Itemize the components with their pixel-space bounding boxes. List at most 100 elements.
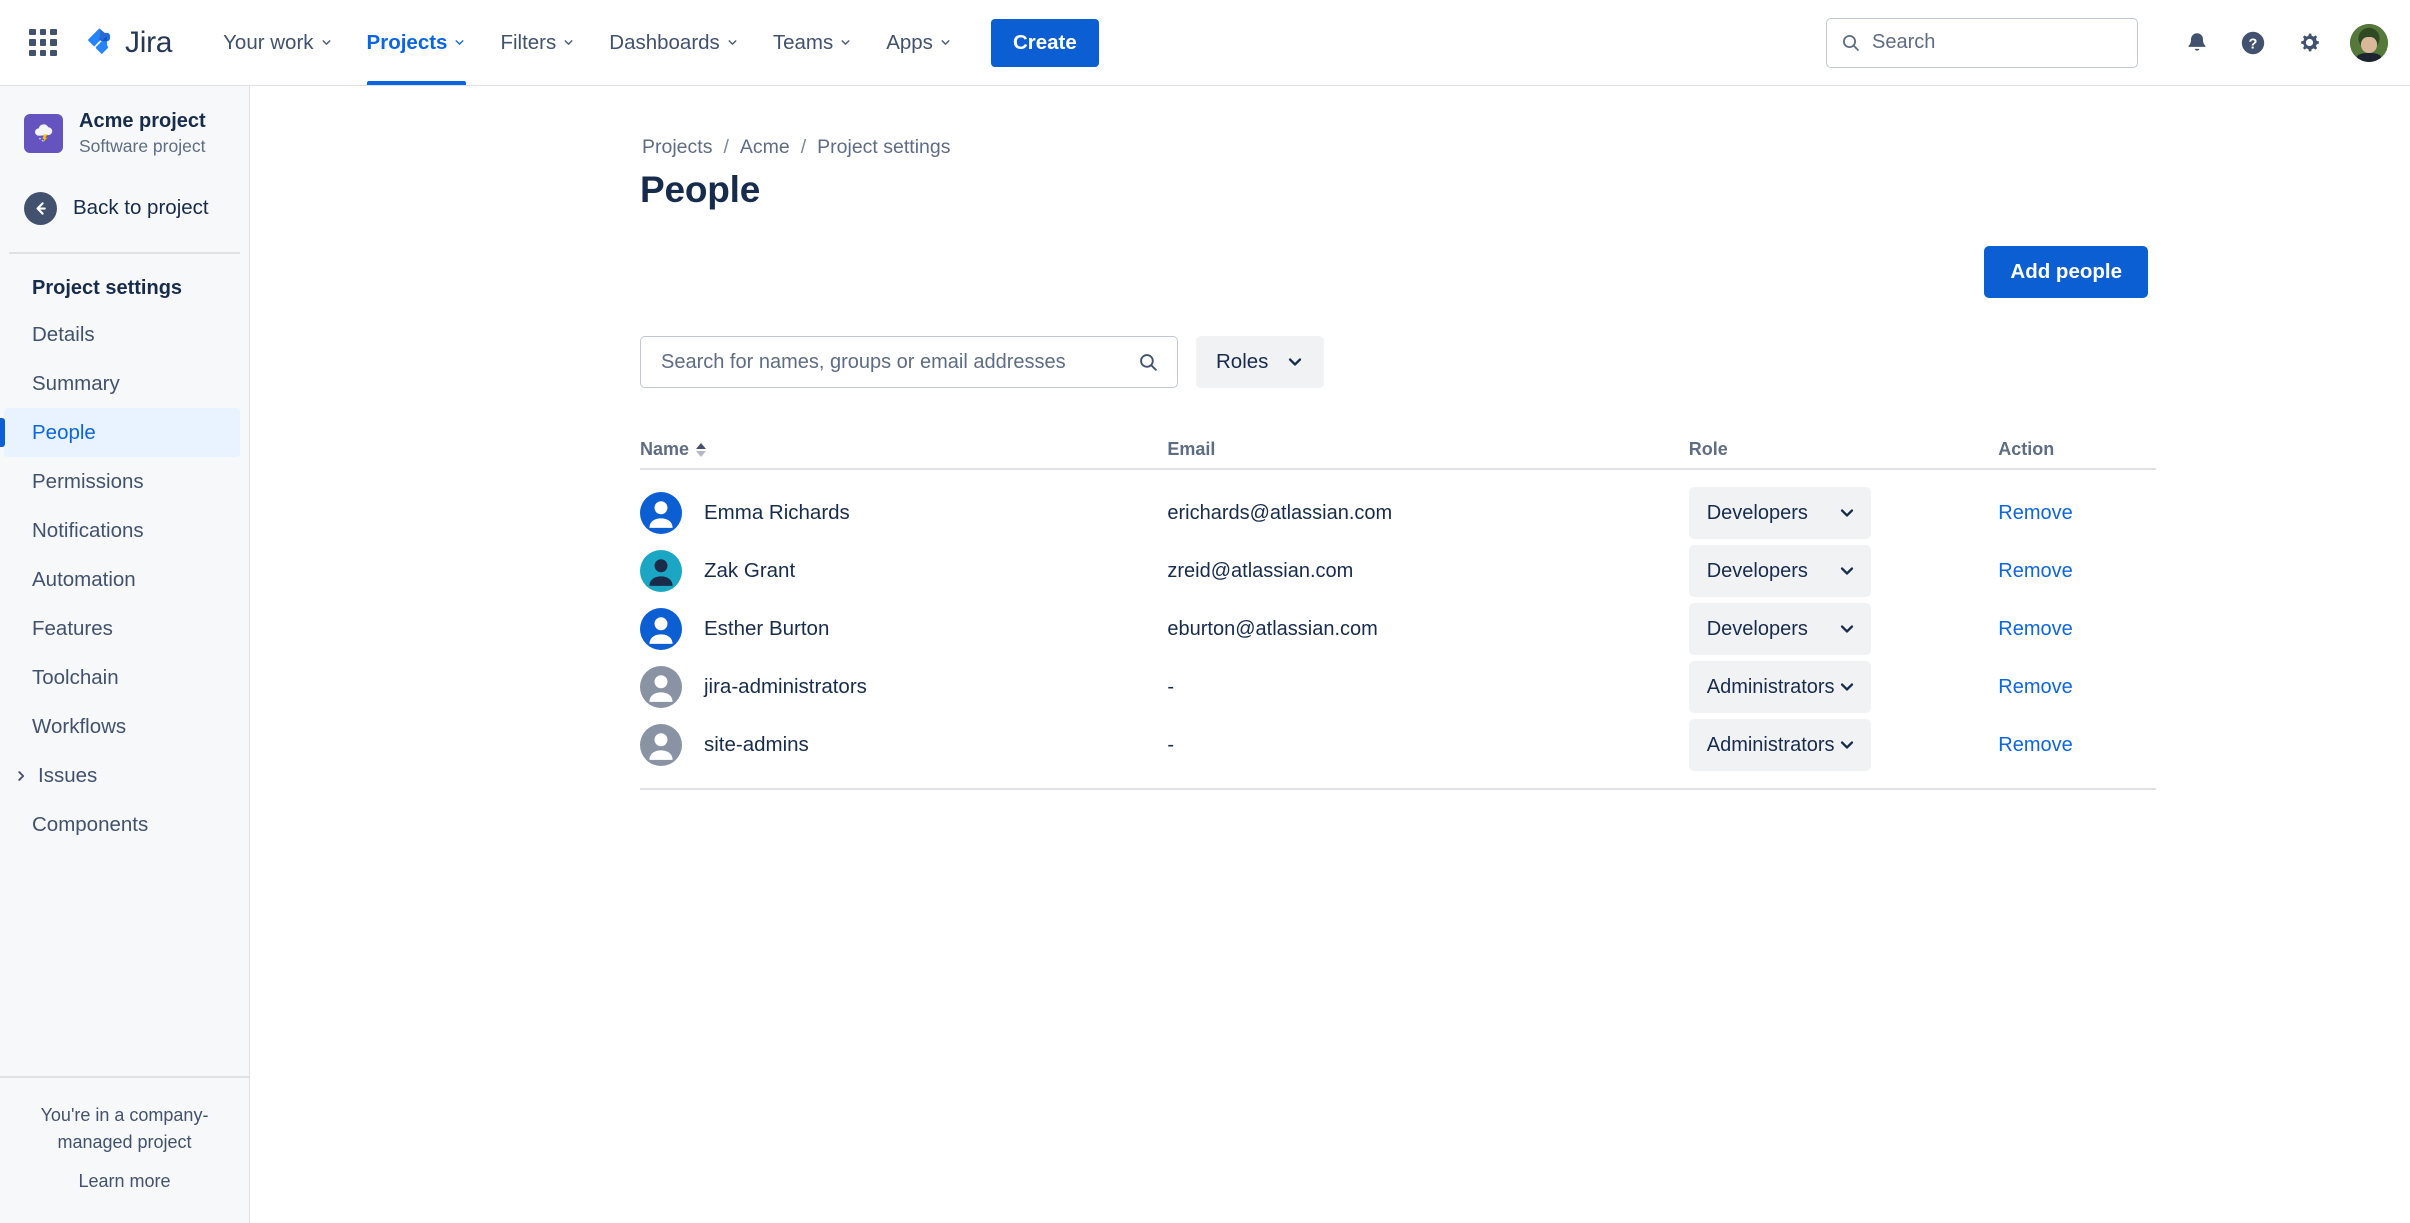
notifications-bell-icon[interactable]: [2174, 20, 2220, 66]
project-name: Acme project: [79, 110, 206, 132]
sidebar-item-details[interactable]: Details: [0, 310, 240, 359]
table-body: Emma Richards erichards@atlassian.com De…: [640, 470, 2156, 774]
jira-logo-text: Jira: [125, 25, 173, 59]
role-dropdown[interactable]: Developers: [1688, 545, 1871, 597]
jira-logo[interactable]: Jira: [82, 26, 172, 60]
chevron-down-icon: [1289, 358, 1302, 366]
sidebar-item-automation[interactable]: Automation: [0, 555, 240, 604]
help-question-icon[interactable]: ?: [2230, 20, 2276, 66]
nav-item-teams[interactable]: Teams: [756, 0, 869, 85]
remove-link[interactable]: Remove: [1998, 560, 2072, 582]
role-dropdown[interactable]: Administrators: [1688, 719, 1871, 771]
people-search-placeholder: Search for names, groups or email addres…: [661, 350, 1066, 373]
cell-email: eburton@atlassian.com: [1167, 617, 1378, 640]
cell-name: Esther Burton: [640, 608, 1167, 650]
create-button[interactable]: Create: [990, 18, 1099, 67]
company-managed-notice: You're in a company-managed project: [40, 1105, 209, 1152]
cell-email: erichards@atlassian.com: [1167, 501, 1393, 524]
settings-gear-icon[interactable]: [2286, 20, 2332, 66]
avatar: [640, 608, 682, 650]
filter-bar: Search for names, groups or email addres…: [640, 336, 1325, 388]
sidebar-item-notifications[interactable]: Notifications: [0, 506, 240, 555]
learn-more-link[interactable]: Learn more: [18, 1168, 231, 1195]
sidebar-section-title: Project settings: [32, 277, 183, 300]
grid-apps-icon[interactable]: [26, 26, 60, 60]
add-people-button[interactable]: Add people: [1984, 246, 2148, 298]
cell-role: Developers: [1688, 487, 1999, 539]
sidebar-item-features[interactable]: Features: [0, 604, 240, 653]
page-title: People: [640, 169, 761, 210]
svg-text:?: ?: [2249, 36, 2258, 52]
breadcrumb-separator: /: [723, 136, 729, 158]
roles-filter-dropdown[interactable]: Roles: [1196, 336, 1325, 388]
person-name: Zak Grant: [704, 559, 796, 582]
column-header-name[interactable]: Name: [640, 439, 1167, 460]
breadcrumb-item-acme[interactable]: Acme: [740, 136, 790, 159]
cell-name: site-admins: [640, 724, 1167, 766]
sidebar-item-workflows[interactable]: Workflows: [0, 702, 240, 751]
chevron-down-icon: [1840, 683, 1853, 691]
sidebar-item-label: Automation: [32, 567, 136, 591]
avatar: [640, 550, 682, 592]
cell-action: Remove: [1998, 618, 2156, 641]
remove-link[interactable]: Remove: [1998, 618, 2072, 640]
role-value: Administrators: [1706, 733, 1835, 756]
primary-nav-items: Your work Projects Filters Dashboards Te…: [206, 0, 969, 85]
sidebar-footer: You're in a company-managed project Lear…: [0, 1076, 249, 1223]
cell-name: Emma Richards: [640, 492, 1167, 534]
nav-item-dashboards[interactable]: Dashboards: [592, 0, 756, 85]
back-to-project-label: Back to project: [73, 196, 209, 220]
nav-item-apps[interactable]: Apps: [869, 0, 969, 85]
chevron-down-icon: [564, 40, 573, 45]
chevron-down-icon: [455, 40, 464, 45]
people-search-input[interactable]: Search for names, groups or email addres…: [640, 336, 1178, 388]
arrow-left-icon: [24, 191, 57, 225]
people-table: Name Email Role Action Emma Richards eri…: [640, 426, 2156, 790]
table-row: site-admins - Administrators Remove: [640, 716, 2156, 774]
role-dropdown[interactable]: Developers: [1688, 487, 1871, 539]
sidebar-item-issues[interactable]: Issues: [0, 751, 240, 800]
avatar: [640, 492, 682, 534]
cell-action: Remove: [1998, 560, 2156, 583]
sidebar-item-label: Toolchain: [32, 665, 119, 689]
search-icon: [1843, 34, 1859, 51]
sidebar-item-label: People: [32, 420, 96, 444]
main-content: Projects / Acme / Project settings Peopl…: [250, 86, 2410, 1223]
sidebar-item-toolchain[interactable]: Toolchain: [0, 653, 240, 702]
role-dropdown[interactable]: Administrators: [1688, 661, 1871, 713]
sidebar-item-summary[interactable]: Summary: [0, 359, 240, 408]
cell-email: zreid@atlassian.com: [1167, 559, 1354, 582]
global-search-placeholder: Search: [1872, 31, 1936, 53]
sidebar-item-components[interactable]: Components: [0, 800, 240, 849]
nav-item-projects[interactable]: Projects: [350, 0, 484, 85]
search-icon: [1140, 353, 1157, 371]
remove-link[interactable]: Remove: [1998, 676, 2072, 698]
breadcrumb-item-projects[interactable]: Projects: [642, 136, 712, 159]
back-to-project-button[interactable]: Back to project: [0, 186, 249, 230]
table-row: jira-administrators - Administrators Rem…: [640, 658, 2156, 716]
breadcrumb-item-project-settings[interactable]: Project settings: [817, 136, 950, 159]
nav-right-group: Search ?: [1826, 17, 2388, 68]
role-dropdown[interactable]: Developers: [1688, 603, 1871, 655]
cell-role: Developers: [1688, 603, 1999, 655]
role-value: Developers: [1706, 617, 1808, 640]
table-row: Esther Burton eburton@atlassian.com Deve…: [640, 600, 2156, 658]
sidebar-item-label: Notifications: [32, 518, 144, 542]
remove-link[interactable]: Remove: [1998, 734, 2072, 756]
nav-item-label: Apps: [886, 30, 933, 54]
breadcrumb: Projects / Acme / Project settings: [642, 136, 950, 159]
table-header-row: Name Email Role Action: [640, 426, 2156, 470]
sidebar-item-people[interactable]: People: [0, 408, 240, 458]
roles-filter-label: Roles: [1216, 350, 1269, 373]
remove-link[interactable]: Remove: [1998, 502, 2072, 524]
avatar: [640, 724, 682, 766]
chevron-down-icon: [1840, 625, 1853, 633]
sort-arrows-icon: [696, 442, 707, 457]
nav-item-filters[interactable]: Filters: [483, 0, 592, 85]
sidebar-item-permissions[interactable]: Permissions: [0, 457, 240, 506]
global-search-input[interactable]: Search: [1826, 17, 2138, 68]
project-header[interactable]: Acme project Software project: [0, 86, 249, 156]
person-name: Emma Richards: [704, 501, 850, 524]
user-avatar[interactable]: [2350, 23, 2388, 62]
nav-item-your-work[interactable]: Your work: [206, 0, 349, 85]
